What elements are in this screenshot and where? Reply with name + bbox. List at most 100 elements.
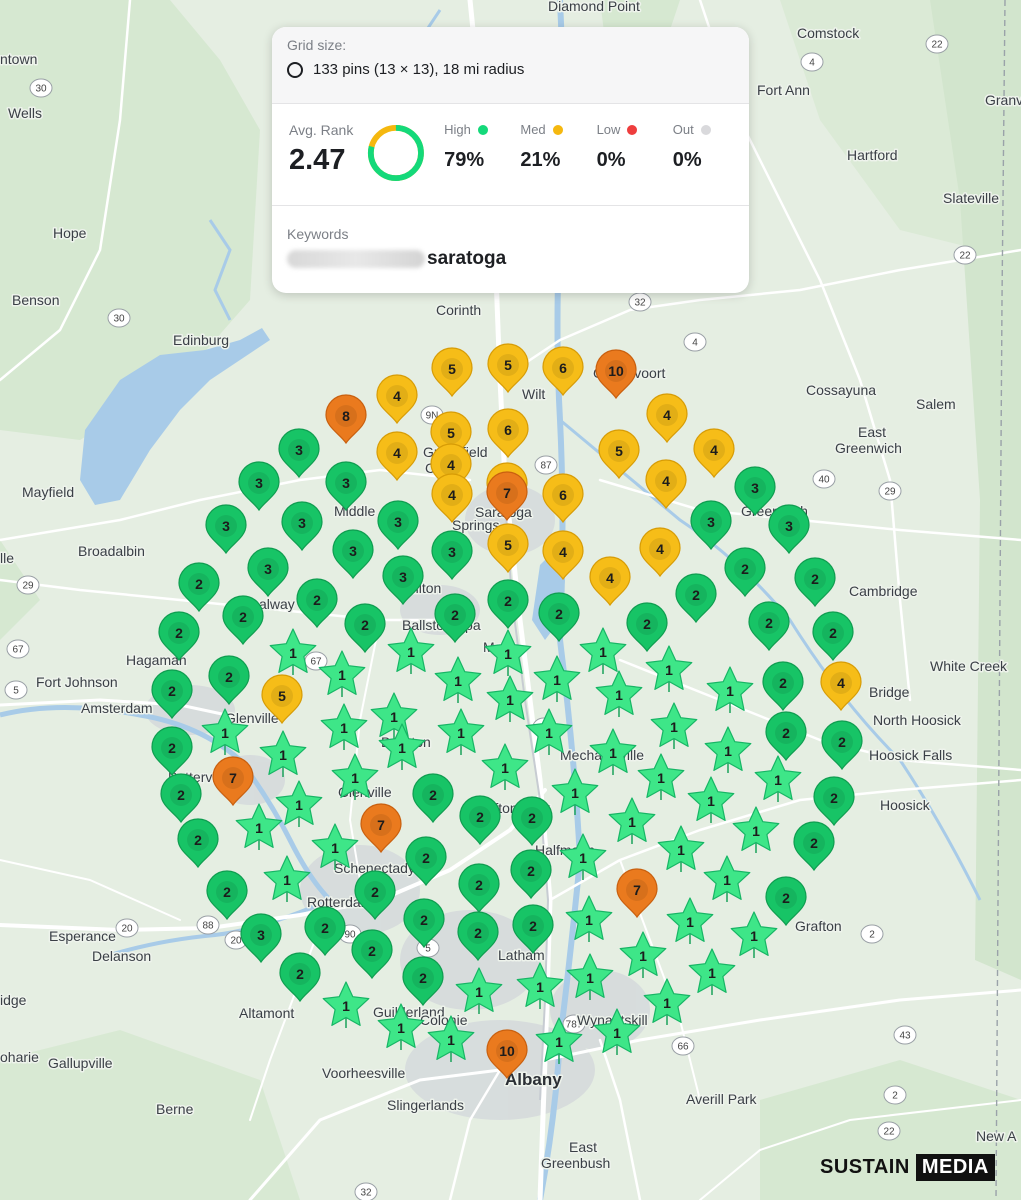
pin-rank-label: 1 bbox=[295, 797, 303, 813]
stat-out-label: Out bbox=[672, 122, 694, 137]
pin-rank-label: 10 bbox=[608, 363, 624, 379]
route-shield-icon: 30 bbox=[29, 78, 53, 98]
pin-rank-label: 2 bbox=[741, 561, 749, 577]
pin-rank-label: 1 bbox=[585, 912, 593, 928]
pin-rank-label: 2 bbox=[223, 884, 231, 900]
pin-rank-label: 1 bbox=[397, 1020, 405, 1036]
town-label: alway bbox=[259, 596, 295, 612]
pin-rank-label: 3 bbox=[295, 442, 303, 458]
route-shield-icon: 43 bbox=[893, 1025, 917, 1045]
town-label: Salem bbox=[916, 396, 956, 412]
grid-size-row[interactable]: 133 pins (13 × 13), 18 mi radius bbox=[287, 61, 734, 78]
pin-rank-label: 1 bbox=[501, 760, 509, 776]
town-label: East bbox=[858, 424, 886, 440]
stat-low-label: Low bbox=[596, 122, 621, 137]
low-dot-icon bbox=[627, 124, 638, 135]
pin-rank-label: 2 bbox=[830, 790, 838, 806]
route-shield-icon: 67 bbox=[6, 639, 30, 659]
pin-rank-label: 1 bbox=[774, 772, 782, 788]
pin-rank-label: 1 bbox=[670, 719, 678, 735]
route-shield-icon: 30 bbox=[107, 308, 131, 328]
town-label: Fort Johnson bbox=[36, 674, 118, 690]
pin-rank-label: 2 bbox=[529, 918, 537, 934]
pin-rank-label: 2 bbox=[829, 625, 837, 641]
pin-rank-label: 1 bbox=[657, 770, 665, 786]
town-label: Granvil bbox=[985, 92, 1021, 108]
pin-rank-label: 5 bbox=[615, 443, 623, 459]
pin-rank-label: 1 bbox=[289, 645, 297, 661]
route-shield-icon: 2 bbox=[883, 1085, 907, 1105]
stat-high-value: 79% bbox=[444, 149, 485, 171]
pin-rank-label: 1 bbox=[708, 965, 716, 981]
pin-rank-label: 2 bbox=[368, 943, 376, 959]
keywords-section: Keywords saratoga bbox=[272, 206, 749, 270]
town-label: Fort Ann bbox=[757, 82, 810, 98]
pin-rank-label: 3 bbox=[349, 543, 357, 559]
pin-rank-label: 2 bbox=[361, 617, 369, 633]
pin-rank-label: 2 bbox=[175, 625, 183, 641]
pin-rank-label: 7 bbox=[229, 770, 237, 786]
pin-rank-label: 6 bbox=[559, 360, 567, 376]
town-label: ntown bbox=[0, 51, 37, 67]
pin-rank-label: 1 bbox=[390, 709, 398, 725]
pin-rank-label: 2 bbox=[429, 787, 437, 803]
pin-rank-label: 1 bbox=[504, 646, 512, 662]
pin-rank-label: 1 bbox=[677, 842, 685, 858]
pin-rank-label: 2 bbox=[475, 877, 483, 893]
svg-text:29: 29 bbox=[22, 581, 34, 592]
pin-rank-label: 2 bbox=[811, 571, 819, 587]
pin-rank-label: 1 bbox=[639, 948, 647, 964]
svg-text:40: 40 bbox=[818, 475, 830, 486]
svg-text:88: 88 bbox=[202, 921, 214, 932]
pin-rank-label: 1 bbox=[615, 687, 623, 703]
pin-rank-label: 1 bbox=[707, 793, 715, 809]
pin-rank-label: 4 bbox=[656, 541, 664, 557]
route-shield-icon: 22 bbox=[877, 1121, 901, 1141]
redacted-keyword bbox=[287, 250, 425, 268]
pin-rank-label: 7 bbox=[503, 485, 511, 501]
town-label: Amsterdam bbox=[81, 700, 153, 716]
pin-rank-label: 5 bbox=[448, 361, 456, 377]
pin-rank-label: 1 bbox=[726, 683, 734, 699]
route-shield-icon: 22 bbox=[925, 34, 949, 54]
town-label: Diamond Point bbox=[548, 0, 640, 14]
pin-rank-label: 2 bbox=[420, 912, 428, 928]
town-label: Esperance bbox=[49, 928, 116, 944]
svg-text:32: 32 bbox=[634, 298, 646, 309]
pin-rank-label: 3 bbox=[785, 518, 793, 534]
avg-rank: Avg. Rank 2.47 bbox=[289, 122, 362, 177]
pin-rank-label: 2 bbox=[168, 683, 176, 699]
route-shield-icon: 5 bbox=[4, 680, 28, 700]
svg-text:66: 66 bbox=[677, 1042, 689, 1053]
svg-text:43: 43 bbox=[899, 1031, 911, 1042]
stat-med-value: 21% bbox=[520, 149, 561, 171]
pin-rank-label: 4 bbox=[663, 407, 671, 423]
town-label: Mayfield bbox=[22, 484, 74, 500]
town-label: New A bbox=[976, 1128, 1017, 1144]
route-shield-icon: 29 bbox=[878, 481, 902, 501]
pin-rank-label: 3 bbox=[707, 514, 715, 530]
pin-rank-label: 2 bbox=[838, 734, 846, 750]
pin-rank-label: 1 bbox=[663, 995, 671, 1011]
town-label: Corinth bbox=[436, 302, 481, 318]
stat-out-value: 0% bbox=[672, 149, 702, 171]
brand-logo: SUSTAIN MEDIA bbox=[820, 1152, 995, 1182]
pin-rank-label: 2 bbox=[555, 606, 563, 622]
pin-rank-label: 4 bbox=[662, 473, 670, 489]
pin-rank-label: 2 bbox=[779, 675, 787, 691]
pin-rank-label: 2 bbox=[371, 884, 379, 900]
pin-rank-label: 7 bbox=[633, 882, 641, 898]
pin-rank-label: 3 bbox=[342, 475, 350, 491]
svg-text:22: 22 bbox=[931, 40, 943, 51]
stat-med-label: Med bbox=[520, 122, 546, 137]
pin-rank-label: 5 bbox=[504, 537, 512, 553]
radio-circle-icon[interactable] bbox=[287, 61, 303, 78]
pin-rank-label: 2 bbox=[296, 966, 304, 982]
pin-rank-label: 1 bbox=[283, 872, 291, 888]
svg-text:22: 22 bbox=[883, 1127, 895, 1138]
pin-rank-label: 8 bbox=[342, 408, 350, 424]
pin-rank-label: 1 bbox=[279, 747, 287, 763]
town-label: Wilt bbox=[522, 386, 545, 402]
pin-rank-label: 7 bbox=[377, 817, 385, 833]
town-label: Altamont bbox=[239, 1005, 294, 1021]
